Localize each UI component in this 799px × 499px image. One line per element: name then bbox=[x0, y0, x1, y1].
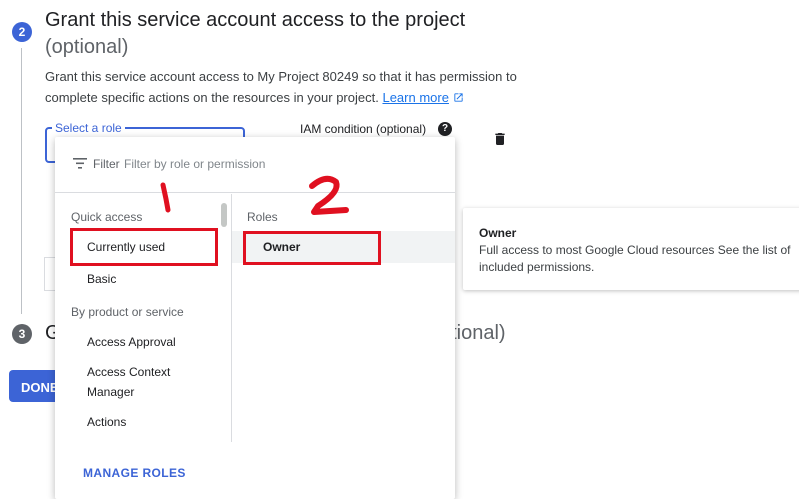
manage-roles-button[interactable]: MANAGE ROLES bbox=[83, 466, 186, 480]
filter-icon bbox=[73, 158, 87, 169]
category-scrollbar[interactable] bbox=[221, 203, 227, 227]
menu-item-actions[interactable]: Actions bbox=[87, 412, 126, 432]
step-2-optional-tag: (optional) bbox=[45, 36, 129, 58]
external-link-icon[interactable] bbox=[453, 92, 464, 103]
menu-item-basic[interactable]: Basic bbox=[87, 269, 116, 289]
delete-icon[interactable] bbox=[492, 130, 508, 148]
menu-item-access-approval[interactable]: Access Approval bbox=[87, 332, 176, 352]
stepper-connector-line bbox=[21, 48, 22, 314]
help-icon[interactable]: ? bbox=[438, 122, 452, 136]
filter-input[interactable] bbox=[124, 155, 404, 173]
annotation-box-currently-used bbox=[70, 228, 218, 266]
annotation-box-owner bbox=[243, 231, 381, 265]
menu-item-access-context-manager[interactable]: Access Context Manager bbox=[87, 362, 207, 402]
iam-condition-label[interactable]: IAM condition (optional) bbox=[300, 122, 426, 136]
filter-row: Filter bbox=[55, 137, 455, 193]
role-dropdown-panel: Filter Quick access Currently used Basic… bbox=[55, 137, 455, 499]
step-2-description: Grant this service account access to My … bbox=[45, 66, 545, 108]
step-3-indicator: 3 bbox=[12, 324, 32, 344]
done-button[interactable]: DONE bbox=[9, 370, 59, 402]
roles-header: Roles bbox=[247, 210, 278, 224]
role-select-label: Select a role bbox=[52, 121, 125, 135]
section-header-quick-access: Quick access bbox=[71, 210, 143, 224]
filter-label: Filter bbox=[93, 157, 120, 171]
section-header-by-product: By product or service bbox=[71, 305, 184, 319]
step-2-title: Grant this service account access to the… bbox=[45, 9, 466, 31]
step-2-indicator: 2 bbox=[12, 22, 32, 42]
role-info-title: Owner bbox=[479, 226, 517, 240]
role-info-card: Owner Full access to most Google Cloud r… bbox=[463, 208, 799, 290]
learn-more-link[interactable]: Learn more bbox=[382, 90, 448, 105]
learn-more-label[interactable]: Learn more bbox=[382, 90, 448, 105]
role-info-description: Full access to most Google Cloud resourc… bbox=[479, 243, 791, 274]
